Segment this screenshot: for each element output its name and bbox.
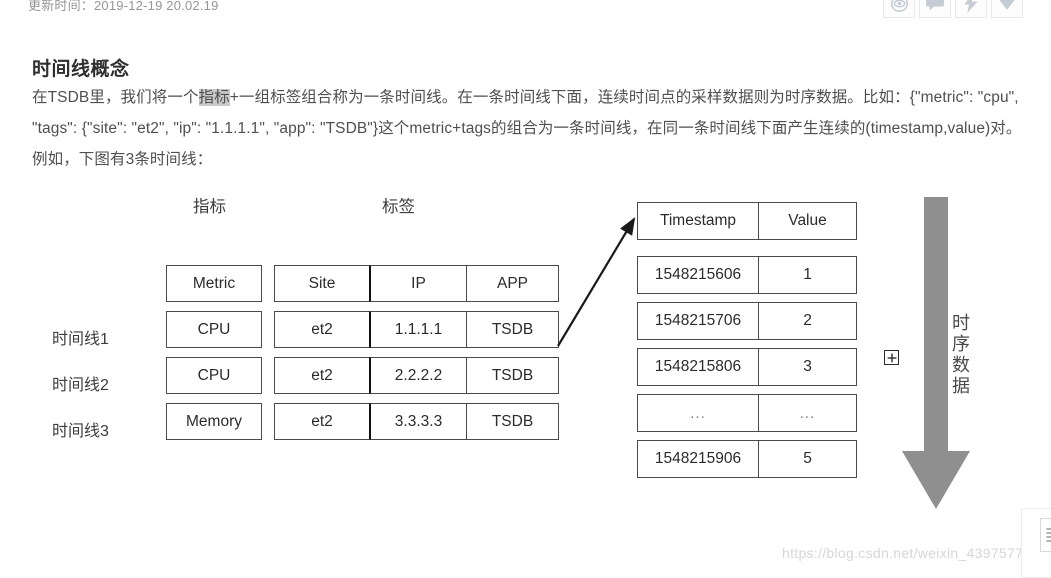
page-title: 时间线概念 (32, 58, 130, 80)
lightning-icon[interactable] (955, 0, 987, 18)
views-eye-icon[interactable] (883, 0, 915, 18)
series-timestamp-row3: 1548215806 (637, 348, 759, 386)
paragraph-part-1: 在TSDB里，我们将一个 (32, 89, 199, 106)
series-value-row2: 2 (758, 302, 857, 340)
series-value-row1: 1 (758, 256, 857, 294)
update-time-label: 更新时间：2019-12-19 20.02.19 (28, 0, 219, 13)
article-catalog-icon[interactable] (1040, 518, 1051, 552)
timeseries-data-label: 时序数据 (950, 313, 970, 397)
series-timestamp-row5: 1548215906 (637, 440, 759, 478)
timeseries-diagram: 指标 标签 时间线1 时间线2 时间线3 Metric CPU CPU Memo… (0, 185, 1051, 515)
series-value-row4: ... (758, 394, 857, 432)
series-timestamp-row1: 1548215606 (637, 256, 759, 294)
plus-box-icon[interactable] (884, 350, 899, 365)
floating-action-toolbar (883, 0, 1023, 18)
series-timestamp-row4: ... (637, 394, 759, 432)
series-header-value: Value (758, 202, 857, 240)
series-value-row3: 3 (758, 348, 857, 386)
article-paragraph: 在TSDB里，我们将一个指标+一组标签组合称为一条时间线。在一条时间线下面，连续… (32, 82, 1024, 175)
highlighted-term: 指标 (198, 89, 230, 106)
series-value-row5: 5 (758, 440, 857, 478)
watermark-url: https://blog.csdn.net/weixin_43975771 (782, 545, 1032, 561)
comment-icon[interactable] (919, 0, 951, 18)
collapse-down-icon[interactable] (991, 0, 1023, 18)
series-header-timestamp: Timestamp (637, 202, 759, 240)
series-timestamp-row2: 1548215706 (637, 302, 759, 340)
